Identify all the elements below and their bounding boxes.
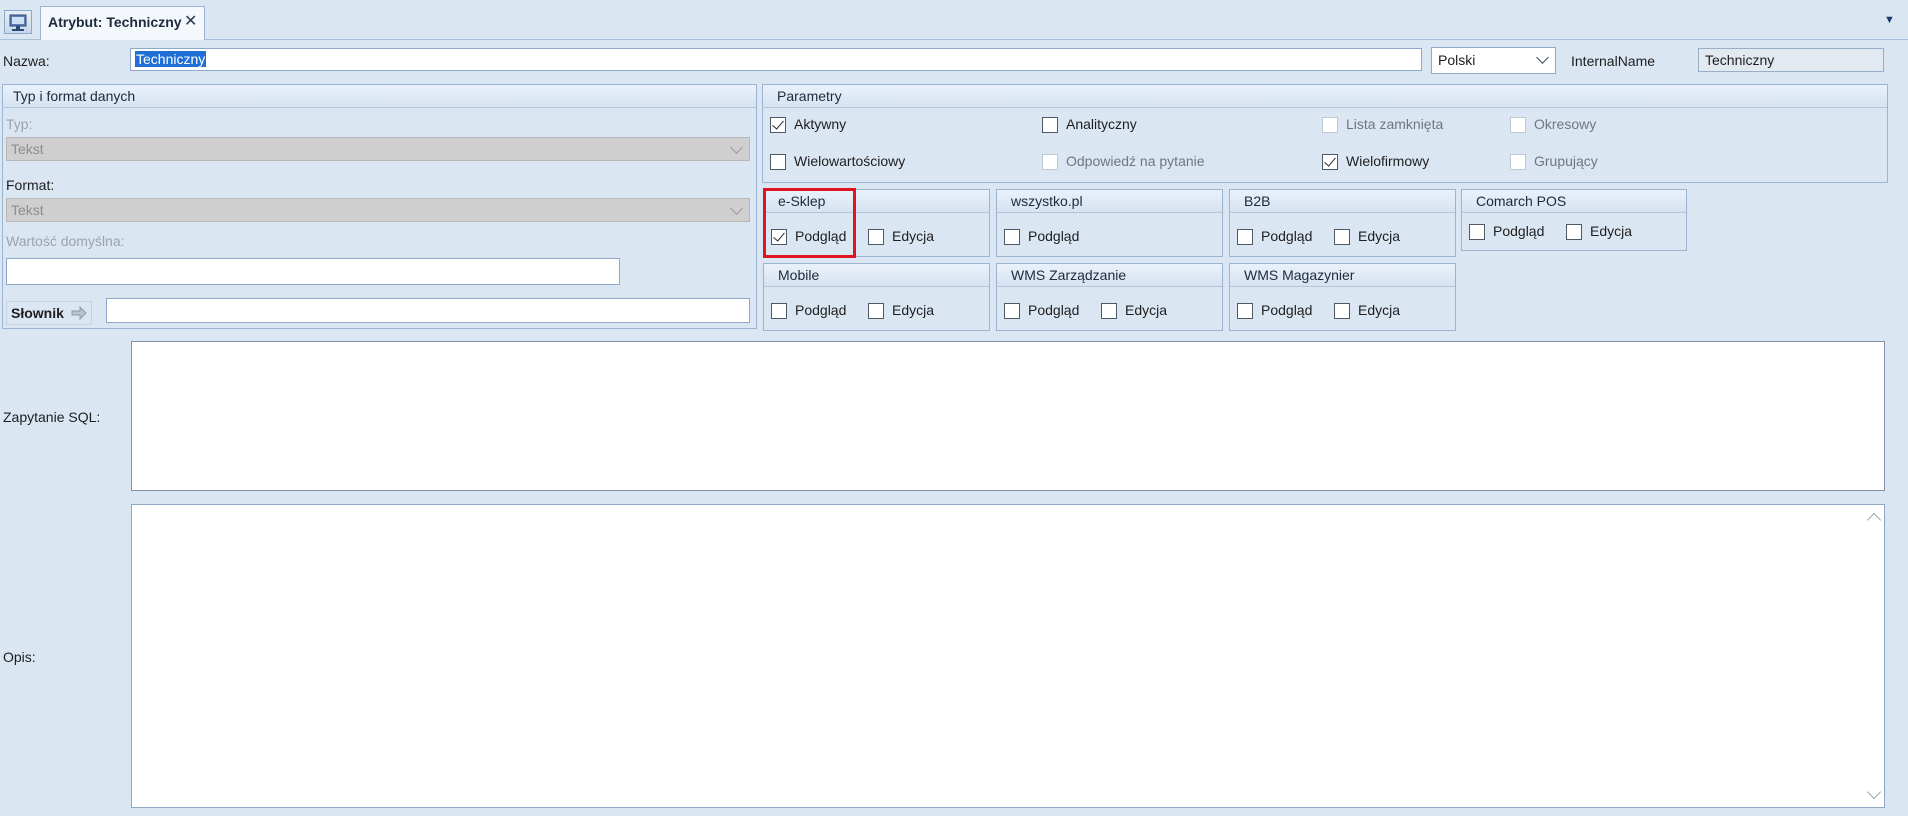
channel-mobile-group: Mobile <box>763 263 990 331</box>
window-menu-button[interactable] <box>4 10 32 34</box>
channel-wms-magazynier-preview-checkbox[interactable] <box>1237 303 1253 319</box>
format-label: Format: <box>6 177 55 193</box>
channel-wms-magazynier-group: WMS Magazynier <box>1229 263 1456 331</box>
tab-title: Atrybut: Techniczny <box>48 14 182 30</box>
channel-wszystko-pl-preview-checkbox[interactable] <box>1004 229 1020 245</box>
monitor-icon <box>9 14 27 31</box>
param-odpowiedz-na-pytanie-checkbox <box>1042 154 1058 170</box>
description-textarea[interactable] <box>131 504 1885 808</box>
channel-wms-magazynier-edit-checkbox[interactable] <box>1334 303 1350 319</box>
scroll-up-icon[interactable] <box>1866 512 1882 528</box>
internal-name-field: Techniczny <box>1698 48 1884 72</box>
default-value-label: Wartość domyślna: <box>6 233 125 249</box>
param-wielowartosciowy-label: Wielowartościowy <box>794 153 906 169</box>
type-value: Tekst <box>11 141 44 157</box>
dictionary-input[interactable] <box>106 298 750 323</box>
param-grupujacy-label: Grupujący <box>1534 153 1598 169</box>
channel-wszystko-pl-title: wszystko.pl <box>1011 193 1083 209</box>
channel-b2b-edit-checkbox[interactable] <box>1334 229 1350 245</box>
chevron-down-icon <box>730 202 743 215</box>
param-okresowy-label: Okresowy <box>1534 116 1597 132</box>
param-grupujacy-checkbox <box>1510 154 1526 170</box>
parameters-group-title: Parametry <box>777 88 842 104</box>
param-wielofirmowy-label: Wielofirmowy <box>1346 153 1430 169</box>
tab-strip <box>0 0 1908 40</box>
param-aktywny-checkbox[interactable] <box>770 117 786 133</box>
channel-comarch-pos-preview-label: Podgląd <box>1493 223 1545 239</box>
channel-comarch-pos-edit-label: Edycja <box>1590 223 1633 239</box>
param-okresowy-checkbox <box>1510 117 1526 133</box>
channel-mobile-edit-checkbox[interactable] <box>868 303 884 319</box>
data-type-group-title: Typ i format danych <box>13 88 136 104</box>
close-icon[interactable]: ✕ <box>184 11 197 31</box>
channel-wszystko-pl-preview-label: Podgląd <box>1028 228 1080 244</box>
type-label: Typ: <box>6 116 33 132</box>
channel-comarch-pos-title: Comarch POS <box>1476 193 1567 209</box>
channel-wms-zarzadzanie-preview-checkbox[interactable] <box>1004 303 1020 319</box>
param-lista-zamknieta-label: Lista zamknięta <box>1346 116 1444 132</box>
channel-wms-zarzadzanie-edit-label: Edycja <box>1125 302 1168 318</box>
channel-comarch-pos-edit-checkbox[interactable] <box>1566 224 1582 240</box>
scroll-down-icon[interactable] <box>1866 784 1882 800</box>
chevron-down-icon <box>730 141 743 154</box>
channel-b2b-edit-label: Edycja <box>1358 228 1401 244</box>
internal-name-label: InternalName <box>1571 53 1656 69</box>
param-odpowiedz-na-pytanie-label: Odpowiedź na pytanie <box>1066 153 1205 169</box>
param-wielofirmowy-checkbox[interactable] <box>1322 154 1338 170</box>
tab-overflow-icon[interactable]: ▼ <box>1884 14 1895 26</box>
param-analityczny-label: Analityczny <box>1066 116 1137 132</box>
channel-wms-magazynier-title: WMS Magazynier <box>1244 267 1355 283</box>
param-aktywny-label: Aktywny <box>794 116 847 132</box>
name-input[interactable]: Techniczny <box>130 48 1422 71</box>
channel-wms-magazynier-preview-label: Podgląd <box>1261 302 1313 318</box>
channel-wms-magazynier-edit-label: Edycja <box>1358 302 1401 318</box>
param-analityczny-checkbox[interactable] <box>1042 117 1058 133</box>
arrow-right-icon <box>71 306 87 320</box>
channel-mobile-preview-checkbox[interactable] <box>771 303 787 319</box>
default-value-input[interactable] <box>6 258 620 285</box>
dictionary-button[interactable]: Słownik <box>6 301 92 325</box>
channel-e-sklep-edit-label: Edycja <box>892 228 935 244</box>
vertical-scrollbar[interactable] <box>1866 507 1882 805</box>
channel-b2b-preview-checkbox[interactable] <box>1237 229 1253 245</box>
dictionary-button-label: Słownik <box>11 305 64 321</box>
channel-e-sklep-edit-checkbox[interactable] <box>868 229 884 245</box>
channel-mobile-edit-label: Edycja <box>892 302 935 318</box>
channel-mobile-title: Mobile <box>778 267 820 283</box>
param-lista-zamknieta-checkbox <box>1322 117 1338 133</box>
channel-b2b-title: B2B <box>1244 193 1271 209</box>
channel-wszystko-pl-group: wszystko.pl <box>996 189 1223 257</box>
type-select: Tekst <box>6 137 750 161</box>
sql-textarea[interactable] <box>131 341 1885 491</box>
channel-comarch-pos-group: Comarch POS <box>1461 189 1687 251</box>
sql-label: Zapytanie SQL: <box>3 409 101 425</box>
name-value: Techniczny <box>135 51 207 67</box>
channel-wms-zarzadzanie-preview-label: Podgląd <box>1028 302 1080 318</box>
channel-wms-zarzadzanie-group: WMS Zarządzanie <box>996 263 1223 331</box>
channel-b2b-preview-label: Podgląd <box>1261 228 1313 244</box>
language-value: Polski <box>1438 52 1476 68</box>
channel-comarch-pos-preview-checkbox[interactable] <box>1469 224 1485 240</box>
channel-wms-zarzadzanie-edit-checkbox[interactable] <box>1101 303 1117 319</box>
format-select: Tekst <box>6 198 750 222</box>
name-label: Nazwa: <box>3 53 50 69</box>
channel-wms-zarzadzanie-title: WMS Zarządzanie <box>1011 267 1127 283</box>
highlight-frame <box>763 188 856 258</box>
internal-name-value: Techniczny <box>1705 52 1775 68</box>
channel-b2b-group: B2B <box>1229 189 1456 257</box>
channel-mobile-preview-label: Podgląd <box>795 302 847 318</box>
param-wielowartosciowy-checkbox[interactable] <box>770 154 786 170</box>
language-select[interactable]: Polski <box>1431 47 1556 74</box>
description-label: Opis: <box>3 649 36 665</box>
format-value: Tekst <box>11 202 44 218</box>
chevron-down-icon <box>1536 51 1549 64</box>
